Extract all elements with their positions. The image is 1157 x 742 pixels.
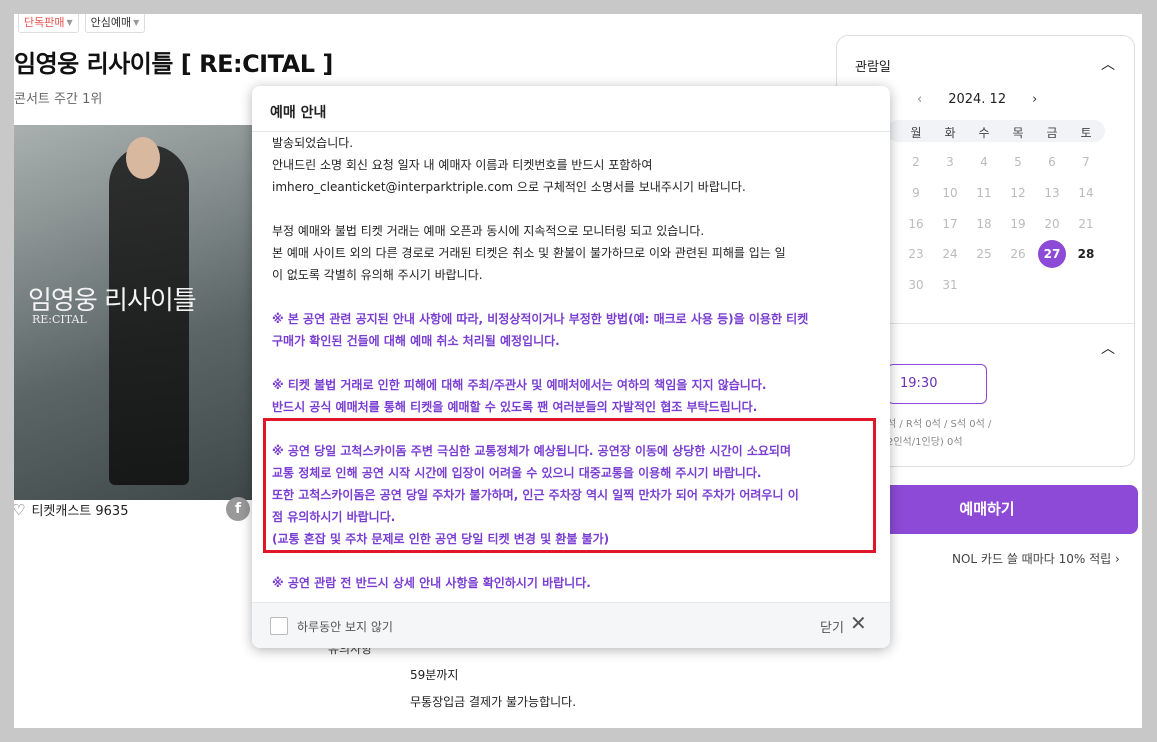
day-cell: 7 <box>1082 155 1090 169</box>
weekday-mon: 월 <box>910 126 922 140</box>
nol-card-link[interactable]: NOL 카드 쓸 때마다 10% 적립 › <box>952 550 1120 567</box>
day-cell: 9 <box>912 186 920 200</box>
page: 단독판매 ▼ 안심예매 ▼ 임영웅 리사이틀 [ RE:CITAL ] 콘서트 … <box>14 14 1142 728</box>
dont-show-checkbox[interactable] <box>270 617 288 635</box>
notice-line: 이 없도록 각별히 유의해 주시기 바랍니다. <box>272 268 483 282</box>
weekday-thu: 목 <box>1012 126 1024 140</box>
close-label[interactable]: 닫기 <box>820 617 844 636</box>
day-cell: 23 <box>908 247 924 261</box>
exclusive-badge[interactable]: 단독판매 ▼ <box>18 14 79 33</box>
poster-face <box>126 137 160 179</box>
time-option-button[interactable]: 19:30 <box>887 364 987 404</box>
day-cell: 20 <box>1044 217 1060 231</box>
prev-month-icon[interactable]: ‹ <box>917 92 922 107</box>
modal-footer: 하루동안 보지 않기 닫기 ✕ <box>252 602 890 648</box>
notice-line: 안내드린 소명 회신 요청 일자 내 예매자 이름과 티켓번호를 반드시 포함하… <box>272 158 653 172</box>
notice-spacer <box>272 418 872 440</box>
traffic-warning-line: ※ 공연 당일 고척스카이돔 주변 극심한 교통정체가 예상됩니다. 공연장 이… <box>272 444 792 458</box>
traffic-warning-line: 점 유의하시기 바랍니다. <box>272 510 396 524</box>
day-cell: 3 <box>946 155 954 169</box>
weekday-fri: 금 <box>1046 126 1058 140</box>
day-cell: 21 <box>1078 217 1094 231</box>
notice-warning-line: ※ 티켓 불법 거래로 인한 피해에 대해 주최/주관사 및 예매처에서는 여하… <box>272 378 767 392</box>
notice-line: 부정 예매와 불법 티켓 거래는 예매 오픈과 동시에 지속적으로 모니터링 되… <box>272 224 705 238</box>
poster-title: 임영웅 리사이틀 <box>28 286 197 316</box>
weekday-wed: 수 <box>978 126 990 140</box>
ticketcast-label: 티켓캐스트 9635 <box>31 504 129 519</box>
day-cell: 13 <box>1044 186 1060 200</box>
notice-spacer <box>272 198 872 220</box>
modal-title: 예매 안내 <box>270 105 327 121</box>
day-cell: 12 <box>1010 186 1026 200</box>
day-cell: 5 <box>1014 155 1022 169</box>
day-cell: 10 <box>942 186 958 200</box>
dont-show-label[interactable]: 하루동안 보지 않기 <box>297 618 393 635</box>
close-icon[interactable]: ✕ <box>850 613 867 633</box>
heart-icon: ♡ <box>14 500 26 519</box>
next-month-icon[interactable]: › <box>1032 92 1037 107</box>
notice-warning-line: ※ 공연 관람 전 반드시 상세 안내 사항을 확인하시기 바랍니다. <box>272 576 591 590</box>
day-cell: 11 <box>976 186 992 200</box>
seat-line-1: 석 / R석 0석 / S석 0석 / <box>887 419 992 430</box>
traffic-warning-line: 교통 정체로 인해 공연 시작 시간에 입장이 어려울 수 있으니 대중교통을 … <box>272 466 762 480</box>
chevron-down-icon: ▼ <box>133 17 140 27</box>
current-month: 2024. 12 <box>948 92 1007 107</box>
traffic-warning-line: (교통 혼잡 및 주차 문제로 인한 공연 당일 티켓 변경 및 환불 불가) <box>272 532 610 546</box>
notice-line: 본 예매 사이트 외의 다른 경로로 거래된 티켓은 취소 및 환불이 불가하므… <box>272 246 786 260</box>
seat-line-2: 2인석/1인당) 0석 <box>887 437 963 448</box>
month-navigator: ‹ 2024. 12 › <box>917 92 1037 107</box>
day-cell: 26 <box>1010 247 1026 261</box>
day-cell: 6 <box>1048 155 1056 169</box>
day-cell: 2 <box>912 155 920 169</box>
day-cell: 17 <box>942 217 958 231</box>
safe-booking-badge-label: 안심예매 <box>90 16 132 29</box>
notice-text-1: 59분까지 <box>410 668 459 682</box>
weekday-tue: 화 <box>944 126 956 140</box>
chevron-up-icon[interactable]: ︿ <box>1101 54 1115 74</box>
date-section-title: 관람일 <box>855 60 891 75</box>
facebook-share-icon[interactable]: f <box>226 497 250 521</box>
safe-booking-badge[interactable]: 안심예매 ▼ <box>84 14 146 33</box>
day-cell: 19 <box>1010 217 1026 231</box>
notice-line: 발송되었습니다. <box>272 136 354 150</box>
booking-notice-modal: 예매 안내 발송되었습니다. 안내드린 소명 회신 요청 일자 내 예매자 이름… <box>252 86 890 648</box>
page-title: 임영웅 리사이틀 [ RE:CITAL ] <box>14 50 333 78</box>
day-cell: 31 <box>942 278 958 292</box>
day-cell-selected[interactable]: 27 <box>1038 240 1066 268</box>
ranking-text: 콘서트 주간 1위 <box>14 92 103 107</box>
notice-spacer <box>272 286 872 308</box>
badge-group: 단독판매 ▼ 안심예매 ▼ <box>18 14 146 33</box>
day-cell: 25 <box>976 247 992 261</box>
modal-body[interactable]: 발송되었습니다. 안내드린 소명 회신 요청 일자 내 예매자 이름과 티켓번호… <box>272 132 872 602</box>
day-cell: 4 <box>980 155 988 169</box>
day-cell: 24 <box>942 247 958 261</box>
notice-warning-line: ※ 본 공연 관련 공지된 안내 사항에 따라, 비정상적이거나 부정한 방법(… <box>272 312 809 326</box>
poster-image: 임영웅 리사이틀 RE:CITAL <box>14 125 252 500</box>
poster-subtitle: RE:CITAL <box>32 313 87 326</box>
day-cell: 18 <box>976 217 992 231</box>
notice-warning-line: 구매가 확인된 건들에 대해 예매 취소 처리될 예정입니다. <box>272 334 560 348</box>
seat-availability: 석 / R석 0석 / S석 0석 / 2인석/1인당) 0석 <box>887 416 991 452</box>
chevron-up-icon[interactable]: ︿ <box>1101 338 1115 358</box>
weekday-sat: 토 <box>1080 126 1092 140</box>
day-cell: 16 <box>908 217 924 231</box>
traffic-warning-line: 또한 고척스카이돔은 공연 당일 주차가 불가하며, 인근 주차장 역시 일찍 … <box>272 488 799 502</box>
notice-spacer <box>272 550 872 572</box>
ticketcast-button[interactable]: ♡ 티켓캐스트 9635 <box>14 500 129 520</box>
notice-line: imhero_cleanticket@interparktriple.com 으… <box>272 180 746 194</box>
notice-text-2: 무통장입금 결제가 불가능합니다. <box>410 695 577 709</box>
chevron-down-icon: ▼ <box>66 17 73 27</box>
day-cell-available[interactable]: 28 <box>1072 240 1100 268</box>
day-cell: 30 <box>908 278 924 292</box>
notice-warning-line: 반드시 공식 예매처를 통해 티켓을 예매할 수 있도록 팬 여러분들의 자발적… <box>272 400 758 414</box>
notice-spacer <box>272 352 872 374</box>
day-cell: 14 <box>1078 186 1094 200</box>
exclusive-badge-label: 단독판매 <box>24 16 65 29</box>
